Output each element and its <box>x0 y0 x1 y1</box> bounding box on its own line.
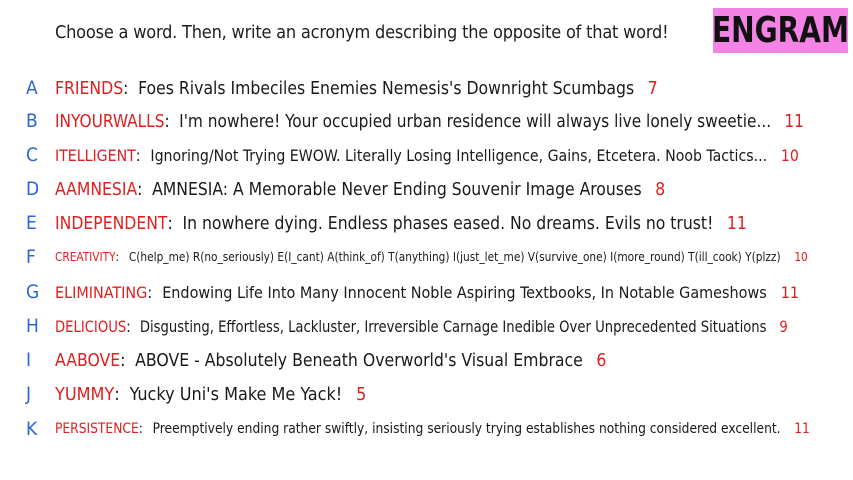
entry-letter: J <box>26 383 32 405</box>
entry-row: D AAMNESIA: AMNESIA: A Memorable Never End… <box>0 176 853 202</box>
entry-score: 8 <box>655 178 666 200</box>
entry-acronym: Disgusting, Effortless, Lackluster, Irre… <box>139 316 767 336</box>
entry-word: INYOURWALLS <box>55 110 165 132</box>
entry-word: PERSISTENCE <box>55 421 139 437</box>
entry-word: INDEPENDENT <box>55 212 168 234</box>
entry-word: ITELLIGENT <box>55 145 136 165</box>
entry-content: ITELLIGENT: Ignoring/Not Trying EWOW. Lit… <box>55 146 799 165</box>
entry-acronym: C(help_me) R(no_seriously) E(I_cant) A(t… <box>128 250 781 264</box>
entry-letter: G <box>26 281 40 303</box>
entry-letter: B <box>26 110 38 132</box>
entry-letter: H <box>26 315 39 337</box>
entry-word: AABOVE <box>55 349 121 371</box>
entry-content: ELIMINATING: Endowing Life Into Many Inno… <box>55 283 799 302</box>
entry-content: FRIENDS: Foes Rivals Imbeciles Enemies Ne… <box>55 78 658 99</box>
entry-letter: C <box>26 144 38 166</box>
entry-letter: A <box>26 77 38 99</box>
entry-acronym: I'm nowhere! Your occupied urban residen… <box>179 110 772 132</box>
prompt-text: Choose a word. Then, write an acronym de… <box>55 22 669 43</box>
entry-row: B INYOURWALLS: I'm nowhere! Your occupied … <box>0 108 853 134</box>
entry-acronym: AMNESIA: A Memorable Never Ending Souven… <box>152 178 642 200</box>
entry-row: C ITELLIGENT: Ignoring/Not Trying EWOW. Li… <box>0 142 853 168</box>
entry-word: YUMMY <box>55 383 115 405</box>
entry-content: INYOURWALLS: I'm nowhere! Your occupied u… <box>55 111 804 132</box>
entry-colon: : <box>167 212 173 234</box>
entry-acronym: Preemptively ending rather swiftly, insi… <box>152 421 781 437</box>
entry-content: INDEPENDENT: In nowhere dying. Endless ph… <box>55 213 747 234</box>
entry-colon: : <box>164 110 170 132</box>
entry-word: ELIMINATING <box>55 282 148 302</box>
entry-content: AAMNESIA: AMNESIA: A Memorable Never Endi… <box>55 179 665 200</box>
entry-acronym: In nowhere dying. Endless phases eased. … <box>182 212 714 234</box>
entry-row: F CREATIVITY: C(help_me) R(no_seriously) E… <box>0 244 853 270</box>
entry-colon: : <box>114 383 120 405</box>
entry-letter: K <box>26 418 38 440</box>
entry-row: G ELIMINATING: Endowing Life Into Many Inn… <box>0 279 853 305</box>
entry-score: 11 <box>726 212 747 234</box>
entry-word: AAMNESIA <box>55 178 138 200</box>
entry-row: H DELICIOUS: Disgusting, Effortless, Lackl… <box>0 313 853 339</box>
entry-score: 9 <box>779 316 788 336</box>
entry-acronym: Yucky Uni's Make Me Yack! <box>129 383 343 405</box>
entry-acronym: ABOVE - Absolutely Beneath Overworld's V… <box>135 349 583 371</box>
entry-letter: D <box>26 178 40 200</box>
entry-word: FRIENDS <box>55 77 124 99</box>
entry-row: J YUMMY: Yucky Uni's Make Me Yack! 5 <box>0 381 853 407</box>
entry-colon: : <box>147 282 153 302</box>
entry-acronym: Endowing Life Into Many Innocent Noble A… <box>162 282 767 302</box>
engram-logo: ENGRAM <box>711 8 849 53</box>
entry-score: 10 <box>780 145 799 165</box>
entry-colon: : <box>126 316 131 336</box>
entry-word: DELICIOUS <box>55 316 127 336</box>
entry-row: I AABOVE: ABOVE - Absolutely Beneath Overw… <box>0 347 853 373</box>
entry-score: 10 <box>794 250 808 264</box>
entry-score: 11 <box>794 421 810 437</box>
entry-score: 6 <box>596 349 607 371</box>
entry-content: YUMMY: Yucky Uni's Make Me Yack! 5 <box>55 384 366 405</box>
entry-row: E INDEPENDENT: In nowhere dying. Endless p… <box>0 210 853 236</box>
entry-score: 5 <box>356 383 367 405</box>
entry-score: 11 <box>780 282 800 302</box>
entry-letter: I <box>26 349 32 371</box>
entry-row: A FRIENDS: Foes Rivals Imbeciles Enemies N… <box>0 75 853 101</box>
entry-score: 7 <box>647 77 658 99</box>
entry-acronym: Foes Rivals Imbeciles Enemies Nemesis's … <box>138 77 635 99</box>
entry-letter: E <box>26 212 37 234</box>
entry-colon: : <box>138 421 143 437</box>
entry-colon: : <box>115 250 120 264</box>
entry-row: K PERSISTENCE: Preemptively ending rather … <box>0 416 853 442</box>
entry-content: PERSISTENCE: Preemptively ending rather s… <box>55 421 810 437</box>
entry-colon: : <box>123 77 129 99</box>
entry-content: DELICIOUS: Disgusting, Effortless, Lacklu… <box>55 317 788 336</box>
entry-score: 11 <box>784 110 804 132</box>
entry-content: AABOVE: ABOVE - Absolutely Beneath Overwo… <box>55 350 606 371</box>
entry-colon: : <box>137 178 143 200</box>
entry-word: CREATIVITY <box>55 250 116 264</box>
entry-content: CREATIVITY: C(help_me) R(no_seriously) E(… <box>55 250 808 264</box>
entry-letter: F <box>26 246 36 268</box>
entry-colon: : <box>135 145 141 165</box>
entry-acronym: Ignoring/Not Trying EWOW. Literally Losi… <box>150 145 768 165</box>
entry-colon: : <box>120 349 126 371</box>
